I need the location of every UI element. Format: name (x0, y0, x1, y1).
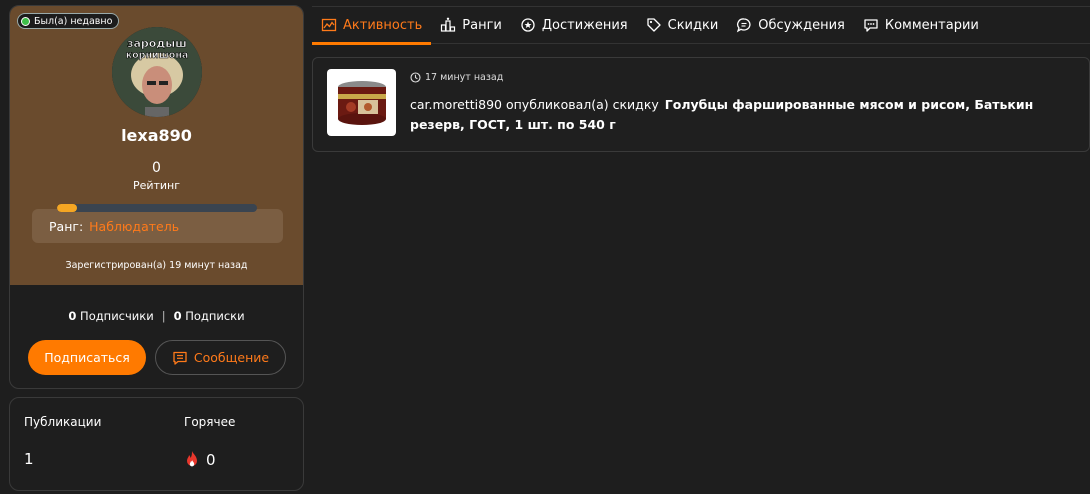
rating-label: Рейтинг (132, 179, 181, 192)
avatar-caption-2: корнишона (126, 50, 189, 61)
avatar-caption-1: зародыш (127, 37, 187, 50)
tab-label: Комментарии (884, 17, 979, 33)
activity-time-text: 17 минут назад (425, 72, 504, 83)
publications-value[interactable]: 1 (24, 450, 34, 468)
tab-label: Обсуждения (758, 17, 845, 33)
activity-actor-text[interactable]: car.moretti890 опубликовал(а) скидку (410, 97, 659, 112)
clock-icon (410, 72, 421, 83)
online-status-icon (21, 16, 30, 26)
avatar[interactable]: зародыш корнишона (112, 27, 202, 117)
profile-header: Был(а) недавно зародыш корнишона lexa890… (10, 6, 303, 285)
activity-item[interactable]: 17 минут назад car.moretti890 опубликова… (312, 57, 1090, 152)
rank-progress-fill (57, 204, 77, 212)
message-button[interactable]: Сообщение (155, 340, 286, 375)
message-button-label: Сообщение (193, 350, 270, 365)
follow-stats: 0 Подписчики | 0 Подписки (10, 309, 303, 323)
rank-label: Ранг: (49, 218, 84, 234)
followers-link[interactable]: 0 Подписчики (68, 309, 153, 323)
tab-label: Достижения (541, 17, 628, 33)
hot-stat[interactable]: 0 (184, 450, 216, 469)
profile-tabs: Активность Ранги Достижения Скидки Обсуж… (312, 6, 1090, 45)
profile-card: Был(а) недавно зародыш корнишона lexa890… (9, 5, 304, 389)
tab-comments[interactable]: Комментарии (854, 7, 988, 43)
following-label: Подписки (185, 309, 245, 323)
rating-value: 0 (152, 160, 161, 176)
fire-icon (187, 451, 197, 467)
message-icon (173, 351, 187, 365)
status-badge: Был(а) недавно (17, 13, 120, 29)
comments-icon (864, 19, 878, 32)
activity-icon (321, 18, 337, 32)
rank-progress-bar (57, 204, 257, 212)
tab-ranks[interactable]: Ранги (431, 7, 511, 43)
product-can-image (337, 80, 386, 125)
discussions-icon (737, 18, 751, 33)
follow-separator: | (161, 309, 166, 323)
followers-label: Подписчики (80, 309, 154, 323)
tab-discussions[interactable]: Обсуждения (727, 7, 854, 43)
tab-achievements[interactable]: Достижения (511, 7, 637, 43)
hot-value: 0 (206, 450, 216, 469)
hot-label: Горячее (184, 415, 236, 429)
tab-label: Скидки (667, 17, 719, 33)
tab-label: Активность (343, 17, 423, 33)
publications-label: Публикации (24, 415, 102, 429)
rank-box[interactable]: Ранг: Наблюдатель (32, 209, 283, 243)
rank-value: Наблюдатель (89, 218, 180, 234)
stats-card: Публикации 1 Горячее 0 (9, 397, 304, 491)
tab-deals[interactable]: Скидки (637, 7, 728, 43)
status-text: Был(а) недавно (34, 15, 113, 27)
followers-count: 0 (68, 309, 77, 323)
registered-date: Зарегистрирован(а) 19 минут назад (65, 260, 248, 271)
product-thumbnail[interactable] (327, 69, 396, 136)
tab-activity[interactable]: Активность (312, 7, 432, 45)
following-link[interactable]: 0 Подписки (174, 309, 245, 323)
ranks-icon (441, 17, 456, 32)
tab-label: Ранги (462, 17, 502, 33)
following-count: 0 (173, 309, 182, 323)
activity-text: car.moretti890 опубликовал(а) скидку Голу… (410, 95, 1060, 135)
subscribe-button[interactable]: Подписаться (28, 340, 146, 375)
activity-time: 17 минут назад (410, 72, 503, 83)
achievements-icon (521, 18, 535, 32)
tag-icon (646, 18, 661, 32)
username: lexa890 (121, 126, 192, 145)
